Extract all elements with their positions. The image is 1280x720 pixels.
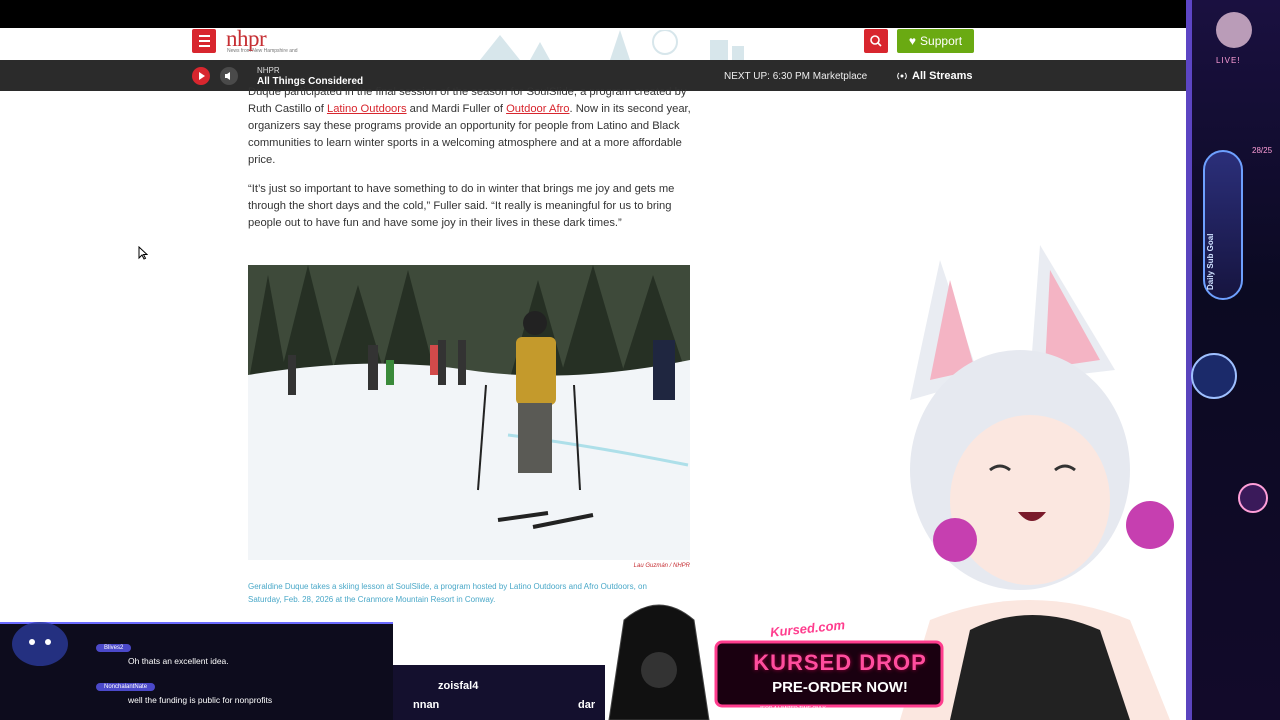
volume-button[interactable] [220,67,238,85]
ski-lesson-illustration [248,265,690,560]
search-button[interactable] [864,29,888,53]
search-icon [870,35,882,47]
support-label: Support [920,34,963,48]
broadcast-icon [897,72,907,80]
chat-text: Oh thats an excellent idea. [128,656,229,666]
paragraph-text: and Mardi Fuller of [406,103,507,115]
next-up: NEXT UP: 6:30 PM Marketplace [724,71,868,82]
chat-username: Blives2 [96,644,132,652]
chat-message: NonchalantNate well the funding is publi… [96,681,272,705]
chat-text: well the funding is public for nonprofit… [128,695,273,705]
sub-goal-count: 28/25 [1252,146,1273,155]
volume-icon [225,72,230,80]
streams-label: All Streams [912,70,973,82]
article-paragraph: Duque participated in the final session … [248,84,693,169]
article-body: Duque participated in the final session … [248,84,693,244]
all-streams-button[interactable]: All Streams [896,70,973,82]
skyline-decoration [480,30,744,60]
chat-mascot-icon [12,622,68,666]
mouse-cursor-icon [138,246,148,260]
chat-username: NonchalantNate [96,683,156,691]
sub-goal-label: Daily Sub Goal [1206,233,1215,290]
stream-overlay-sidebar [1186,0,1280,720]
hoodie-merch-image [608,604,710,720]
event-ticker [393,665,605,720]
site-header: nhpr News from New Hampshire and ♥ Suppo… [0,28,1186,60]
sidebar-decoration [1186,0,1268,720]
live-badge: LIVE! [1216,56,1241,65]
merch-drop-title: KURSED DROP [753,650,927,675]
ticker-name: dar [578,699,596,711]
menu-button[interactable] [192,29,216,53]
photo-credit: Lau Guzmán / NHPR [633,563,690,569]
article-paragraph: “It’s just so important to have somethin… [248,183,675,229]
outdoor-afro-link[interactable]: Outdoor Afro [506,103,569,115]
logo-subtitle: News from New Hampshire and [227,48,298,54]
article-photo [248,265,690,560]
limited-time-note: *FOR A LIMITED TIME ONLY [760,706,826,712]
station-name: NHPR [257,66,280,75]
heart-icon: ♥ [908,34,917,48]
ticker-name: nnan [413,699,440,711]
play-button[interactable] [192,67,210,85]
screen: nhpr News from New Hampshire and ♥ Suppo… [0,0,1280,720]
play-icon [199,72,205,80]
latino-outdoors-link[interactable]: Latino Outdoors [327,103,407,115]
stream-chat: Blives2 Oh thats an excellent idea. Nonc… [0,622,393,720]
ticker-name: zoisfal4 [438,680,479,692]
support-button[interactable]: ♥ Support [897,29,974,53]
preorder-cta: PRE-ORDER NOW! [772,679,908,696]
chat-message: Blives2 Oh thats an excellent idea. [96,642,229,666]
